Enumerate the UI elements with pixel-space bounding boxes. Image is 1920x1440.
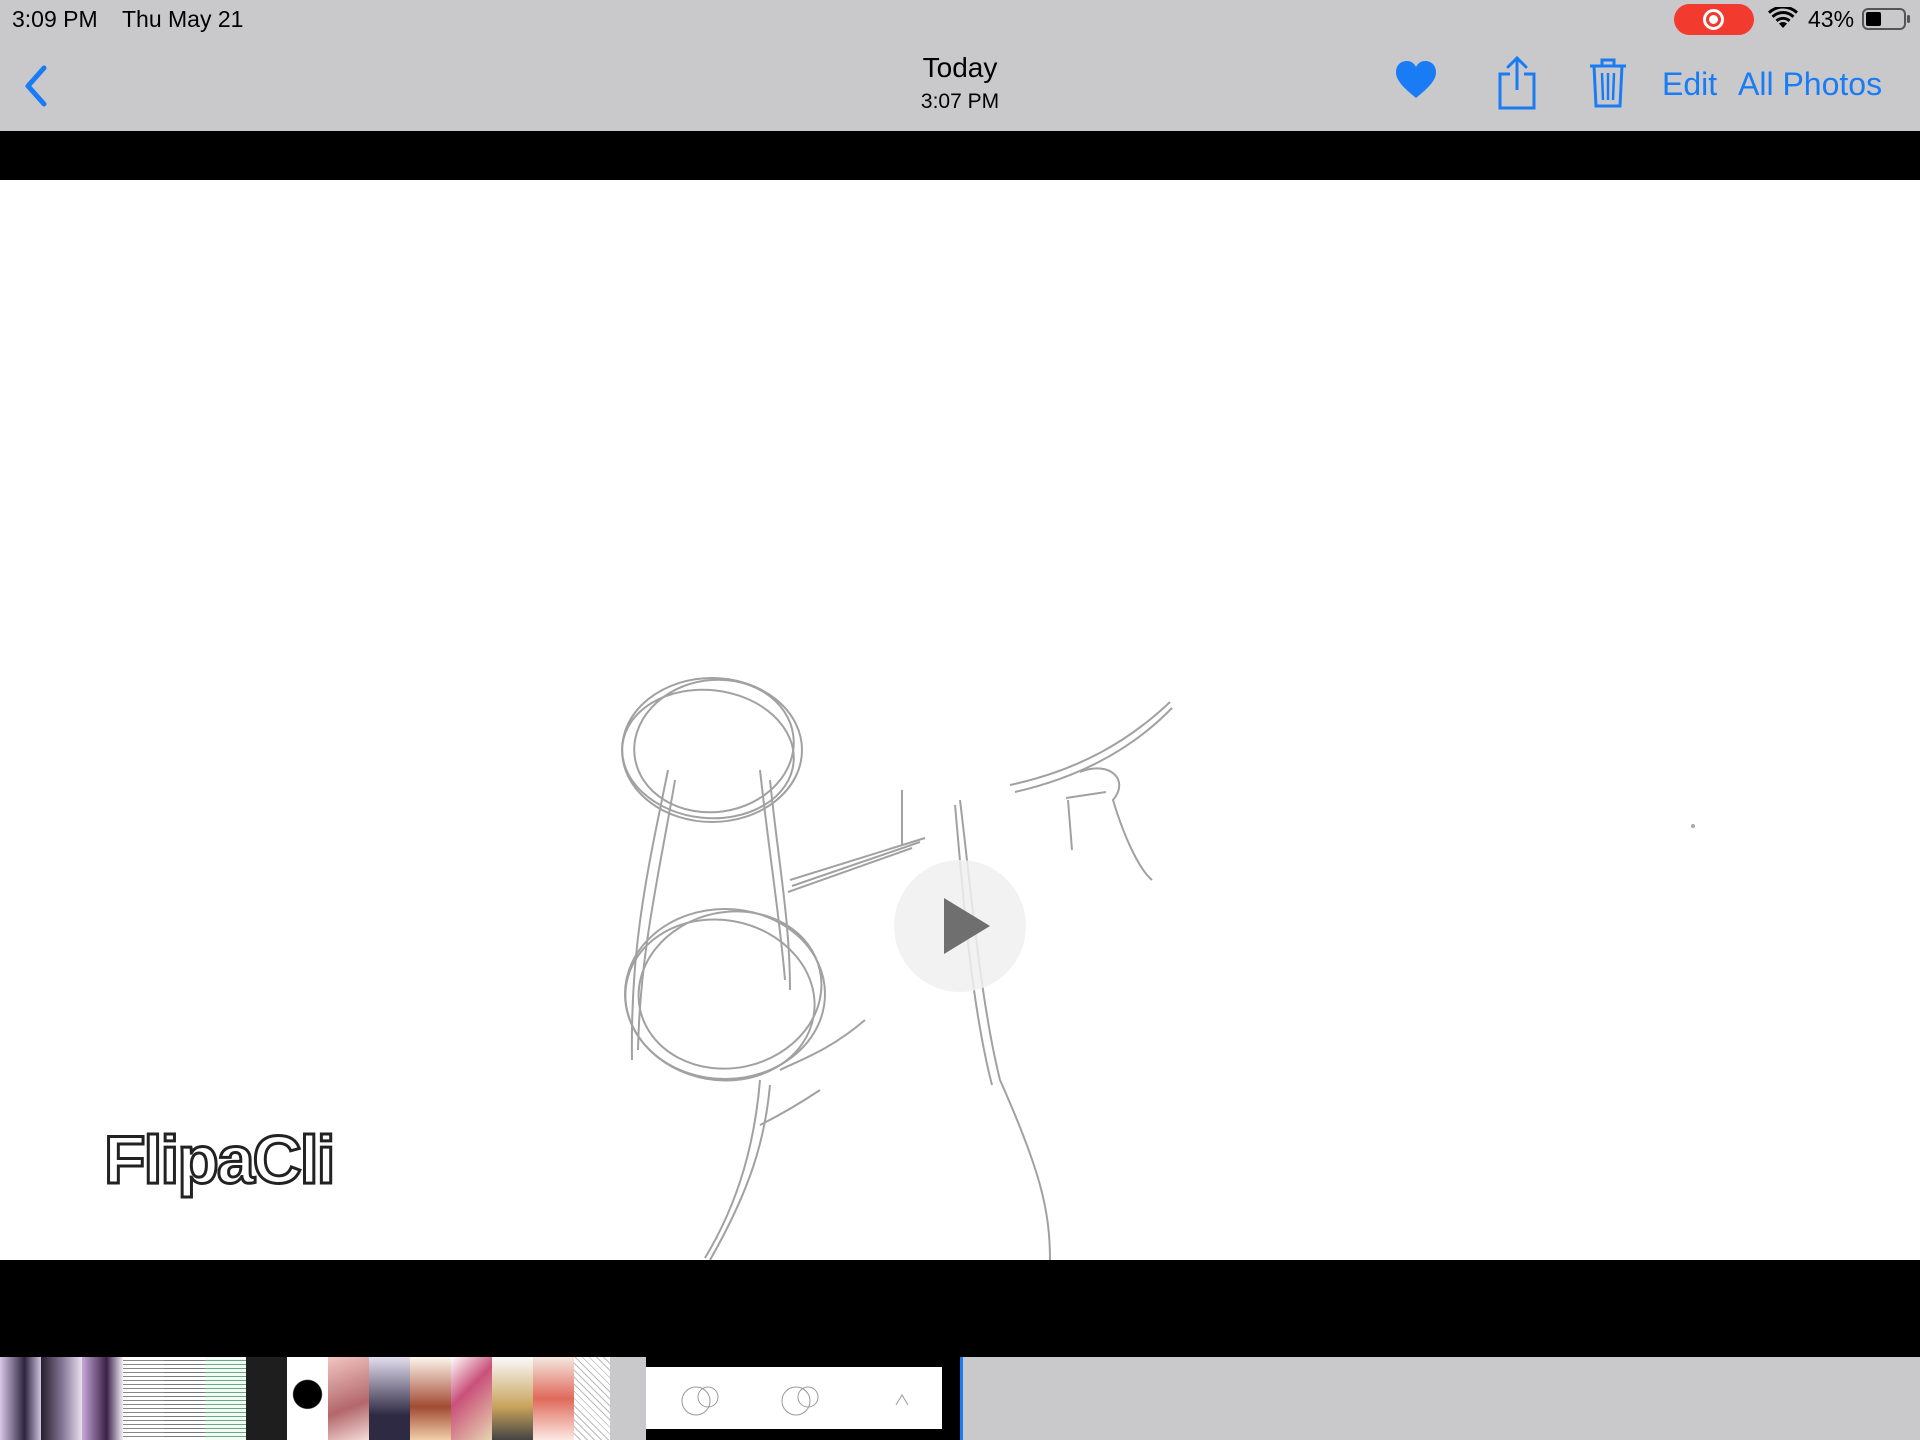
thumbnail[interactable] [369, 1357, 410, 1440]
video-frame[interactable]: FlipaClip [0, 180, 1920, 1260]
wifi-icon [1768, 7, 1798, 28]
thumbnail[interactable] [492, 1357, 533, 1440]
selected-thumbnail[interactable] [646, 1357, 963, 1440]
battery-icon [1862, 8, 1910, 30]
thumbnail[interactable] [287, 1357, 328, 1440]
thumbnail[interactable] [164, 1357, 205, 1440]
status-date: Thu May 21 [122, 6, 244, 32]
thumbnail[interactable] [574, 1357, 610, 1440]
thumbnail[interactable] [205, 1357, 246, 1440]
flipaclip-watermark: FlipaClip [103, 1121, 337, 1200]
trash-icon[interactable] [1588, 56, 1628, 110]
sketch-drawing [621, 677, 1695, 1260]
edit-button[interactable]: Edit [1662, 66, 1717, 103]
filmstrip[interactable] [0, 1357, 1920, 1440]
page-subtitle: 3:07 PM [920, 90, 1000, 113]
battery-percent: 43% [1808, 6, 1855, 32]
chevron-left-icon[interactable] [20, 62, 50, 110]
page-title: Today [922, 52, 998, 83]
share-icon[interactable] [1496, 56, 1538, 110]
selected-thumbnail-preview [681, 1386, 909, 1416]
thumbnail[interactable] [41, 1357, 82, 1440]
status-bar: 3:09 PM Thu May 21 43% [0, 0, 1920, 38]
thumbnail[interactable] [0, 1357, 41, 1440]
thumbnail[interactable] [82, 1357, 123, 1440]
thumbnail[interactable] [410, 1357, 451, 1440]
thumbnail[interactable] [328, 1357, 369, 1440]
nav-bar: Today 3:07 PM Edit All Photos [0, 38, 1920, 131]
thumbnail[interactable] [246, 1357, 287, 1440]
heart-icon[interactable] [1394, 60, 1438, 100]
status-time: 3:09 PM [12, 6, 98, 32]
thumbnail[interactable] [451, 1357, 492, 1440]
all-photos-button[interactable]: All Photos [1738, 66, 1882, 103]
svg-text:FlipaClip: FlipaClip [104, 1122, 336, 1198]
thumbnail-strip[interactable] [0, 1357, 610, 1440]
thumbnail[interactable] [533, 1357, 574, 1440]
thumbnail[interactable] [123, 1357, 164, 1440]
screen-recording-icon[interactable] [1674, 4, 1754, 35]
play-icon[interactable] [894, 860, 1026, 992]
